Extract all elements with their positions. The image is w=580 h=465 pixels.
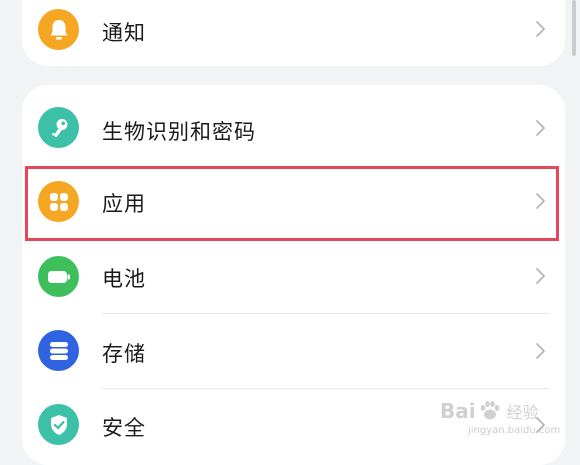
chevron-right-icon xyxy=(536,120,545,136)
settings-item-notification[interactable]: 通知 xyxy=(22,0,565,66)
key-icon xyxy=(38,107,79,148)
settings-card-notifications: 通知 xyxy=(22,0,565,66)
settings-item-label: 应用 xyxy=(102,192,146,216)
settings-card-main: 生物识别和密码 应用 电池 存储 安全 xyxy=(22,85,565,465)
settings-item-security[interactable]: 安全 xyxy=(22,389,565,463)
chevron-right-icon xyxy=(536,343,545,359)
apps-grid-icon xyxy=(38,181,79,222)
chevron-right-icon xyxy=(536,268,545,284)
settings-item-battery[interactable]: 电池 xyxy=(22,239,565,313)
chevron-right-icon xyxy=(536,417,545,433)
settings-item-storage[interactable]: 存储 xyxy=(22,314,565,388)
settings-item-label: 生物识别和密码 xyxy=(102,120,256,144)
storage-icon xyxy=(38,330,79,371)
settings-item-apps[interactable]: 应用 xyxy=(22,164,565,238)
settings-item-label: 通知 xyxy=(102,21,146,45)
settings-item-label: 安全 xyxy=(102,416,146,440)
settings-item-label: 电池 xyxy=(102,267,146,291)
bell-icon xyxy=(38,9,79,50)
chevron-right-icon xyxy=(536,193,545,209)
chevron-right-icon xyxy=(536,21,545,37)
battery-icon xyxy=(38,256,79,297)
shield-check-icon xyxy=(38,404,79,445)
scrollbar[interactable] xyxy=(572,0,576,56)
settings-item-label: 存储 xyxy=(102,342,146,366)
settings-item-biometrics[interactable]: 生物识别和密码 xyxy=(22,90,565,164)
